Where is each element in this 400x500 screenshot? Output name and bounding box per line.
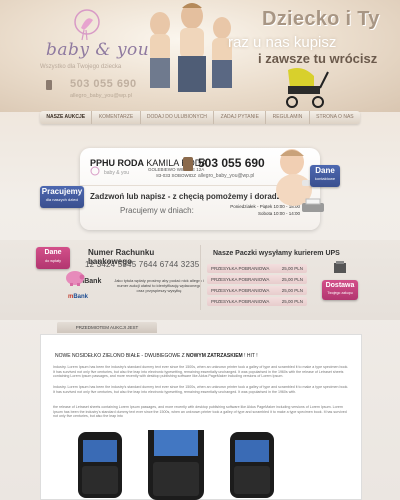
shipping-row: Przesyłka pobraniowa 25,00 PLN xyxy=(207,297,307,306)
auction-paragraph: Industry. Lorem Ipsum has been the indus… xyxy=(53,365,349,378)
fax-icon xyxy=(302,198,324,212)
badge-pracujemy-sub: dla naszych dzieci xyxy=(45,197,79,202)
address-line2: 83-033 SOBOWIDZ xyxy=(156,173,197,178)
auction-title-post: ! hit ! xyxy=(242,353,258,359)
badge-done-title: Dane xyxy=(44,249,62,256)
stork-logo-icon xyxy=(74,9,100,41)
phone-left xyxy=(78,432,122,498)
mini-logo-icon xyxy=(90,166,100,176)
nav-item-nasze-aukcje[interactable]: Nasze aukcje xyxy=(40,111,93,124)
badge-dane-kontaktowe: Dane kontaktowe xyxy=(310,165,340,187)
auction-paragraph: the release of Letraset sheets containin… xyxy=(53,405,347,418)
page: baby & you Wszystko dla Twojego dziecka … xyxy=(0,0,400,500)
account-note: Jako tytuła wpłaty prosimy aby podać nic… xyxy=(114,278,204,293)
badge-pracujemy-title: Pracujemy xyxy=(41,187,83,196)
shipping-row-price: 25,00 PLN xyxy=(281,266,303,271)
section-divider xyxy=(200,245,201,310)
auction-title-bold: nowym zatrzaskiem xyxy=(186,353,243,359)
contact-email[interactable]: allegro_baby_you@wp.pl xyxy=(198,173,254,179)
box-icon xyxy=(334,261,346,273)
company-address: GOLEBIEWO WIELKIE 12A 83-033 SOBOWIDZ xyxy=(148,167,204,179)
nav-item-komentarze[interactable]: Komentarze xyxy=(92,111,141,124)
badge-dostawa-title: Dostawa xyxy=(325,282,355,289)
slogan-line2: i zawsze tu wrócisz xyxy=(258,51,378,66)
account-number: 12 3424 5345 7644 6744 3235 xyxy=(85,260,200,269)
auction-paragraph: Industry. Lorem Ipsum has been the indus… xyxy=(53,385,349,394)
piggy-bank-icon xyxy=(66,271,85,286)
badge-done-sub: do wpłaty xyxy=(44,259,62,263)
badge-dane-do-wplaty: Dane do wpłaty xyxy=(36,247,70,269)
shipping-row-label: Przesyłka pobraniowa xyxy=(211,288,270,293)
kids-photo xyxy=(150,3,232,92)
badge-dostawa-sub: Twojego zakupu xyxy=(327,291,353,295)
stroller-image xyxy=(286,68,329,108)
auction-title-pre: Nowe nosidełko zielono białe - dwubiegow… xyxy=(55,353,187,359)
badge-pracujemy: Pracujemy dla naszych dzieci xyxy=(40,186,84,208)
header-banner: baby & you Wszystko dla Twojego dziecka … xyxy=(0,0,400,112)
contact-phone: 503 055 690 xyxy=(198,156,265,170)
nav-item-regulamin[interactable]: Regulamin xyxy=(266,111,310,124)
mbank-logo-bank: Bank xyxy=(73,294,89,300)
shipping-row: Przesyłka pobraniowa 25,00 PLN xyxy=(207,264,307,273)
company-sub: baby & you xyxy=(104,170,130,176)
auction-title: Nowe nosidełko zielono białe - dwubiegow… xyxy=(55,353,258,359)
badge-dane-title: Dane xyxy=(315,166,335,175)
shipping-row-price: 25,00 PLN xyxy=(281,288,303,293)
badge-dostawa: Dostawa Twojego zakupu xyxy=(322,280,358,300)
slogan-title: Dziecko i Ty xyxy=(262,8,380,30)
main-nav: Nasze aukcje Komentarze Dodaj do ulubion… xyxy=(40,111,360,124)
shipping-row: Przesyłka pobraniowa 25,00 PLN xyxy=(207,275,307,284)
phone-right xyxy=(230,432,274,498)
header-phone: 503 055 690 xyxy=(70,78,137,90)
product-phones-image xyxy=(78,430,274,500)
header-email: allegro_baby_you@wp.pl xyxy=(70,93,132,99)
logo-subtitle: Wszystko dla Twojego dziecka xyxy=(40,64,122,70)
hours-label: Pracujemy w dniach: xyxy=(120,206,194,215)
nav-item-zadaj-pytanie[interactable]: Zadaj pytanie xyxy=(214,111,267,124)
nav-item-strona-o-nas[interactable]: Strona o nas xyxy=(310,111,360,124)
shipping-row-label: Przesyłka pobraniowa xyxy=(211,266,270,271)
shipping-title: Nasze Paczki wysyłamy kurierem UPS xyxy=(213,250,340,257)
phone-center xyxy=(148,430,204,500)
shipping-row-label: Przesyłka pobraniowa xyxy=(211,299,270,304)
shipping-row-label: Przesyłka pobraniowa xyxy=(211,277,270,282)
phone-icon xyxy=(183,157,193,171)
shipping-row: Przesyłka pobraniowa 25,00 PLN xyxy=(207,286,307,295)
shipping-section: Nasze Paczki wysyłamy kurierem UPS Przes… xyxy=(205,240,340,320)
contact-tagline: Zadzwoń lub napisz - z chęcią pomożemy i… xyxy=(90,192,295,201)
shipping-row-price: 25,00 PLN xyxy=(281,277,303,282)
auction-tab[interactable]: Przedmiotem aukcji jest xyxy=(57,322,157,333)
shipping-row-price: 25,00 PLN xyxy=(281,299,303,304)
slogan-line1: raz u nas kupisz xyxy=(228,34,337,51)
nav-item-dodaj-do-ulubionych[interactable]: Dodaj do ulubionych xyxy=(141,111,215,124)
phone-icon xyxy=(46,80,52,90)
badge-dane-sub: kontaktowe xyxy=(314,176,336,181)
mbank-logo: mBank xyxy=(68,294,88,300)
